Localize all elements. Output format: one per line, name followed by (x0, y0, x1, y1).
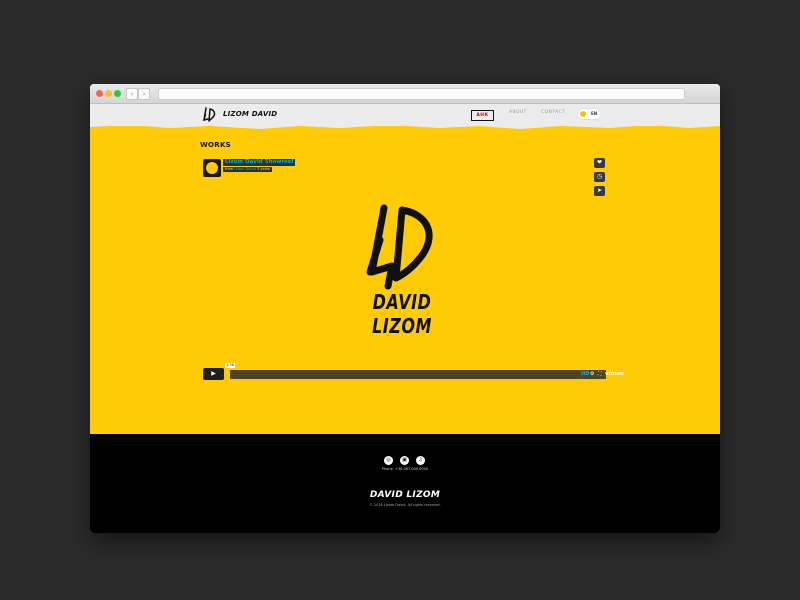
close-window-button[interactable] (96, 90, 103, 97)
player-controls: ▶ HD ⚙ ⛶ vimeo 1:36 (203, 363, 624, 380)
clock-icon: ◷ (596, 173, 603, 180)
phone-number[interactable]: Phone: +38 067 000 0000 (350, 467, 460, 471)
back-button[interactable]: ‹ (126, 88, 138, 100)
hd-toggle[interactable]: HD (581, 371, 589, 378)
nav-item-works[interactable]: АНК (471, 110, 494, 121)
language-label: EN (591, 111, 598, 116)
fullscreen-icon[interactable]: ⛶ (598, 371, 602, 378)
progress-fill (226, 370, 230, 379)
byline-author-link[interactable]: Lizom David (234, 167, 256, 171)
website: WORKS Lizom David Showreel from Lizom Da… (90, 104, 720, 533)
video-player[interactable]: Lizom David Showreel from Lizom David 3 … (202, 158, 624, 388)
video-name-mark: DAVID LIZOM (372, 290, 432, 338)
byline-prefix: from (225, 167, 235, 171)
play-icon: ▶ (211, 370, 216, 377)
youtube-icon[interactable]: ▣ (400, 456, 409, 465)
nav-item-about[interactable]: ABOUT (509, 110, 527, 115)
minimize-window-button[interactable] (105, 90, 112, 97)
share-button[interactable]: ➤ (594, 186, 605, 196)
vimeo-logo[interactable]: vimeo (605, 371, 624, 378)
byline-suffix: 3 years (255, 167, 270, 171)
play-button[interactable]: ▶ (203, 368, 224, 380)
settings-icon[interactable]: ⚙ (590, 371, 594, 378)
site-footer: ◎ ▣ ♫ Phone: +38 067 000 0000 DAVID LIZO… (90, 434, 720, 533)
ld-logo-mark (366, 204, 433, 290)
works-heading: WORKS (200, 141, 232, 149)
watch-later-button[interactable]: ◷ (594, 172, 605, 182)
progress-bar[interactable]: HD ⚙ ⛶ vimeo (226, 370, 624, 379)
timecode: 1:36 (225, 363, 235, 368)
soundcloud-icon[interactable]: ♫ (416, 456, 425, 465)
paper-plane-icon: ➤ (596, 187, 603, 194)
address-bar[interactable] (158, 88, 685, 100)
browser-window: ‹ › WORKS Lizom David Showreel from Lizo… (90, 84, 720, 533)
browser-toolbar: ‹ › (90, 84, 720, 104)
footer-logo: DAVID LIZOM (369, 490, 441, 500)
ld-logo-icon[interactable] (202, 107, 216, 123)
language-switcher[interactable]: EN (578, 109, 601, 119)
instagram-icon[interactable]: ◎ (384, 456, 393, 465)
like-button[interactable]: ❤ (594, 158, 605, 168)
nav-item-contact[interactable]: CONTACT (541, 110, 565, 115)
copyright-text: © 2018 Lizom David. All rights reserved. (369, 503, 441, 507)
video-title[interactable]: Lizom David Showreel (223, 159, 296, 166)
works-section: WORKS Lizom David Showreel from Lizom Da… (90, 126, 720, 434)
maximize-window-button[interactable] (114, 90, 121, 97)
heart-icon: ❤ (596, 159, 603, 166)
site-logo-text[interactable]: LIZOM DAVID (223, 110, 277, 118)
torn-paper-edge (90, 123, 720, 129)
forward-button[interactable]: › (138, 88, 150, 100)
channel-avatar[interactable] (203, 159, 221, 177)
flag-icon (580, 111, 586, 117)
video-byline: from Lizom David 3 years (223, 167, 272, 172)
